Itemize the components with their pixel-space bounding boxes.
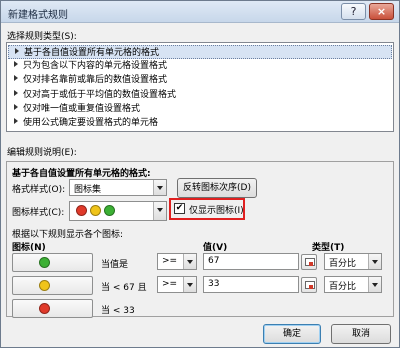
bullet-arrow-icon xyxy=(15,48,19,54)
new-format-rule-dialog: 新建格式规则 ? × 选择规则类型(S): 基于各自值设置所有单元格的格式 只为… xyxy=(0,0,400,348)
bullet-arrow-icon xyxy=(14,90,18,96)
yellow-circle-icon xyxy=(39,280,50,291)
chevron-down-icon[interactable] xyxy=(368,254,381,269)
icon-select-row-1[interactable] xyxy=(12,253,93,272)
value-input-row-1[interactable]: 67 xyxy=(203,253,299,270)
bullet-arrow-icon xyxy=(14,75,18,81)
chevron-down-icon[interactable] xyxy=(153,202,166,220)
edit-rule-label: 编辑规则说明(E): xyxy=(7,148,77,158)
help-icon[interactable]: ? xyxy=(341,3,366,20)
type-column-header: 类型(T) xyxy=(312,243,345,253)
bullet-arrow-icon xyxy=(14,61,18,67)
rule-type-item[interactable]: 基于各自值设置所有单元格的格式 xyxy=(8,45,392,59)
chevron-down-icon[interactable] xyxy=(183,254,196,269)
type-select-row-2[interactable]: 百分比 xyxy=(324,276,382,293)
range-select-icon[interactable] xyxy=(301,277,317,293)
condition-row-3: 当 < 33 xyxy=(101,306,135,316)
dialog-title: 新建格式规则 xyxy=(8,10,68,21)
cancel-button[interactable]: 取消 xyxy=(331,324,391,344)
icon-style-select[interactable] xyxy=(69,201,167,221)
close-icon[interactable]: × xyxy=(369,3,394,20)
rule-type-item[interactable]: 使用公式确定要设置格式的单元格 xyxy=(8,116,392,130)
operator-select-row-1[interactable]: >= xyxy=(157,253,197,270)
range-select-icon[interactable] xyxy=(301,254,317,270)
value-input-row-2[interactable]: 33 xyxy=(203,276,299,293)
red-circle-icon xyxy=(39,303,50,314)
ok-button[interactable]: 确定 xyxy=(263,324,321,344)
red-circle-icon xyxy=(76,205,87,216)
operator-select-row-2[interactable]: >= xyxy=(157,276,197,293)
reverse-icon-order-button[interactable]: 反转图标次序(D) xyxy=(177,178,257,198)
rule-type-item[interactable]: 仅对唯一值或重复值设置格式 xyxy=(8,102,392,116)
rules-caption: 根据以下规则显示各个图标: xyxy=(12,230,124,240)
edit-rule-panel: 基于各自值设置所有单元格的格式: 格式样式(O): 图标集 反转图标次序(D) … xyxy=(6,161,394,318)
format-style-label: 格式样式(O): xyxy=(12,185,66,195)
condition-row-1: 当值是 xyxy=(101,260,129,270)
chevron-down-icon[interactable] xyxy=(153,180,166,195)
show-icon-only-checkbox[interactable]: ✔ xyxy=(174,203,185,214)
bullet-arrow-icon xyxy=(14,118,18,124)
format-style-select[interactable]: 图标集 xyxy=(69,179,167,196)
edit-heading: 基于各自值设置所有单元格的格式: xyxy=(12,169,151,179)
value-column-header: 值(V) xyxy=(203,243,228,253)
rule-type-list: 基于各自值设置所有单元格的格式 只为包含以下内容的单元格设置格式 仅对排名靠前或… xyxy=(6,42,394,132)
title-bar: 新建格式规则 ? × xyxy=(1,1,399,23)
rule-type-label: 选择规则类型(S): xyxy=(7,32,77,42)
rule-type-item[interactable]: 仅对高于或低于平均值的数值设置格式 xyxy=(8,88,392,102)
rule-type-item[interactable]: 仅对排名靠前或靠后的数值设置格式 xyxy=(8,73,392,87)
rule-type-item[interactable]: 只为包含以下内容的单元格设置格式 xyxy=(8,59,392,73)
bullet-arrow-icon xyxy=(14,104,18,110)
yellow-circle-icon xyxy=(90,205,101,216)
green-circle-icon xyxy=(39,257,50,268)
type-select-row-1[interactable]: 百分比 xyxy=(324,253,382,270)
icon-select-row-3[interactable] xyxy=(12,299,93,318)
icon-column-header: 图标(N) xyxy=(12,243,46,253)
chevron-down-icon[interactable] xyxy=(183,277,196,292)
chevron-down-icon[interactable] xyxy=(368,277,381,292)
condition-row-2: 当 < 67 且 xyxy=(101,283,147,293)
icon-style-label: 图标样式(C): xyxy=(12,208,65,218)
show-icon-only-label: 仅显示图标(I) xyxy=(189,206,244,216)
green-circle-icon xyxy=(104,205,115,216)
icon-select-row-2[interactable] xyxy=(12,276,93,295)
